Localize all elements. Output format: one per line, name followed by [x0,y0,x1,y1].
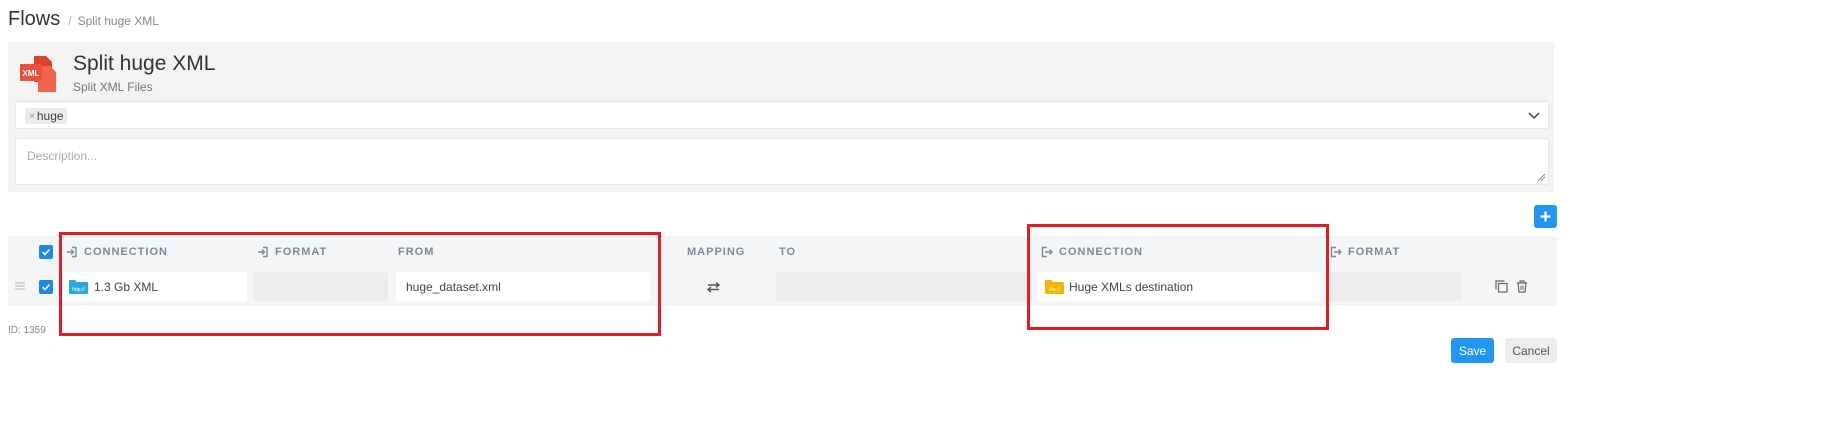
header-label: CONNECTION [84,246,168,258]
dest-connection-value: Huge XMLs destination [1069,279,1194,294]
xml-file-icon: XML [20,56,56,92]
http-folder-icon: http:// [69,279,88,294]
header-dest-connection: CONNECTION [1041,236,1143,268]
source-format-field[interactable] [254,272,388,301]
dest-connection-field[interactable]: file:// Huge XMLs destination [1038,272,1321,301]
flow-header-panel: XML Split huge XML Split XML Files × hug… [8,42,1554,192]
header-label: FORMAT [1348,246,1401,258]
checkmark-icon [41,248,51,256]
save-button[interactable]: Save [1451,338,1494,363]
table-header: CONNECTION FORMAT FROM MAPPING TO CONNEC… [8,236,1557,268]
source-connection-field[interactable]: http:// 1.3 Gb XML [62,272,247,301]
description-textarea[interactable]: Description... [15,138,1549,185]
header-source-connection: CONNECTION [66,236,168,268]
header-label: TO [779,246,797,258]
checkmark-icon [41,283,51,291]
header-mapping: MAPPING [687,236,745,268]
row-checkbox[interactable] [39,280,53,294]
breadcrumb-current: Split huge XML [77,14,159,28]
drag-handle-icon[interactable] [14,280,26,292]
header-to: TO [779,236,796,268]
tag-remove-icon[interactable]: × [29,111,35,122]
copy-icon[interactable] [1495,280,1508,293]
source-connection-value: 1.3 Gb XML [94,279,159,294]
flow-id-label: ID: 1359 [8,325,46,336]
header-label: FORMAT [275,246,328,258]
from-value: huge_dataset.xml [406,279,501,294]
breadcrumb-separator: / [68,14,72,28]
tags-select[interactable]: × huge [15,101,1549,129]
breadcrumb-root[interactable]: Flows [8,8,60,31]
add-row-button[interactable] [1534,205,1557,228]
cancel-button[interactable]: Cancel [1505,338,1557,363]
svg-text:http://: http:// [72,287,85,293]
breadcrumb: Flows / Split huge XML [8,8,159,31]
header-label: MAPPING [687,246,746,258]
table-row: http:// 1.3 Gb XML huge_dataset.xml file… [8,268,1557,306]
header-label: CONNECTION [1059,246,1143,258]
header-label: FROM [398,246,435,258]
flow-subtitle: Split XML Files [73,80,153,94]
file-folder-icon: file:// [1045,279,1064,294]
plus-icon [1540,211,1551,222]
dest-format-field[interactable] [1328,272,1462,301]
flow-title[interactable]: Split huge XML [73,52,215,76]
resize-grip-icon[interactable] [1537,173,1546,182]
trash-icon[interactable] [1516,280,1528,293]
sign-in-icon [67,246,77,258]
sign-out-icon [1041,246,1053,258]
tag-pill: × huge [25,108,67,124]
tag-label: huge [36,109,64,123]
header-dest-format: FORMAT [1330,236,1400,268]
from-field[interactable]: huge_dataset.xml [396,272,650,301]
header-source-format: FORMAT [257,236,327,268]
header-from: FROM [398,236,434,268]
sign-out-icon [1330,246,1342,258]
to-field[interactable] [776,272,1032,301]
svg-text:file://: file:// [1049,287,1060,293]
description-placeholder: Description... [27,149,98,163]
chevron-down-icon[interactable] [1526,107,1542,123]
swap-arrows-icon[interactable] [707,281,720,293]
select-all-checkbox[interactable] [39,245,53,259]
svg-text:XML: XML [23,69,40,78]
sign-in-icon [258,246,268,258]
